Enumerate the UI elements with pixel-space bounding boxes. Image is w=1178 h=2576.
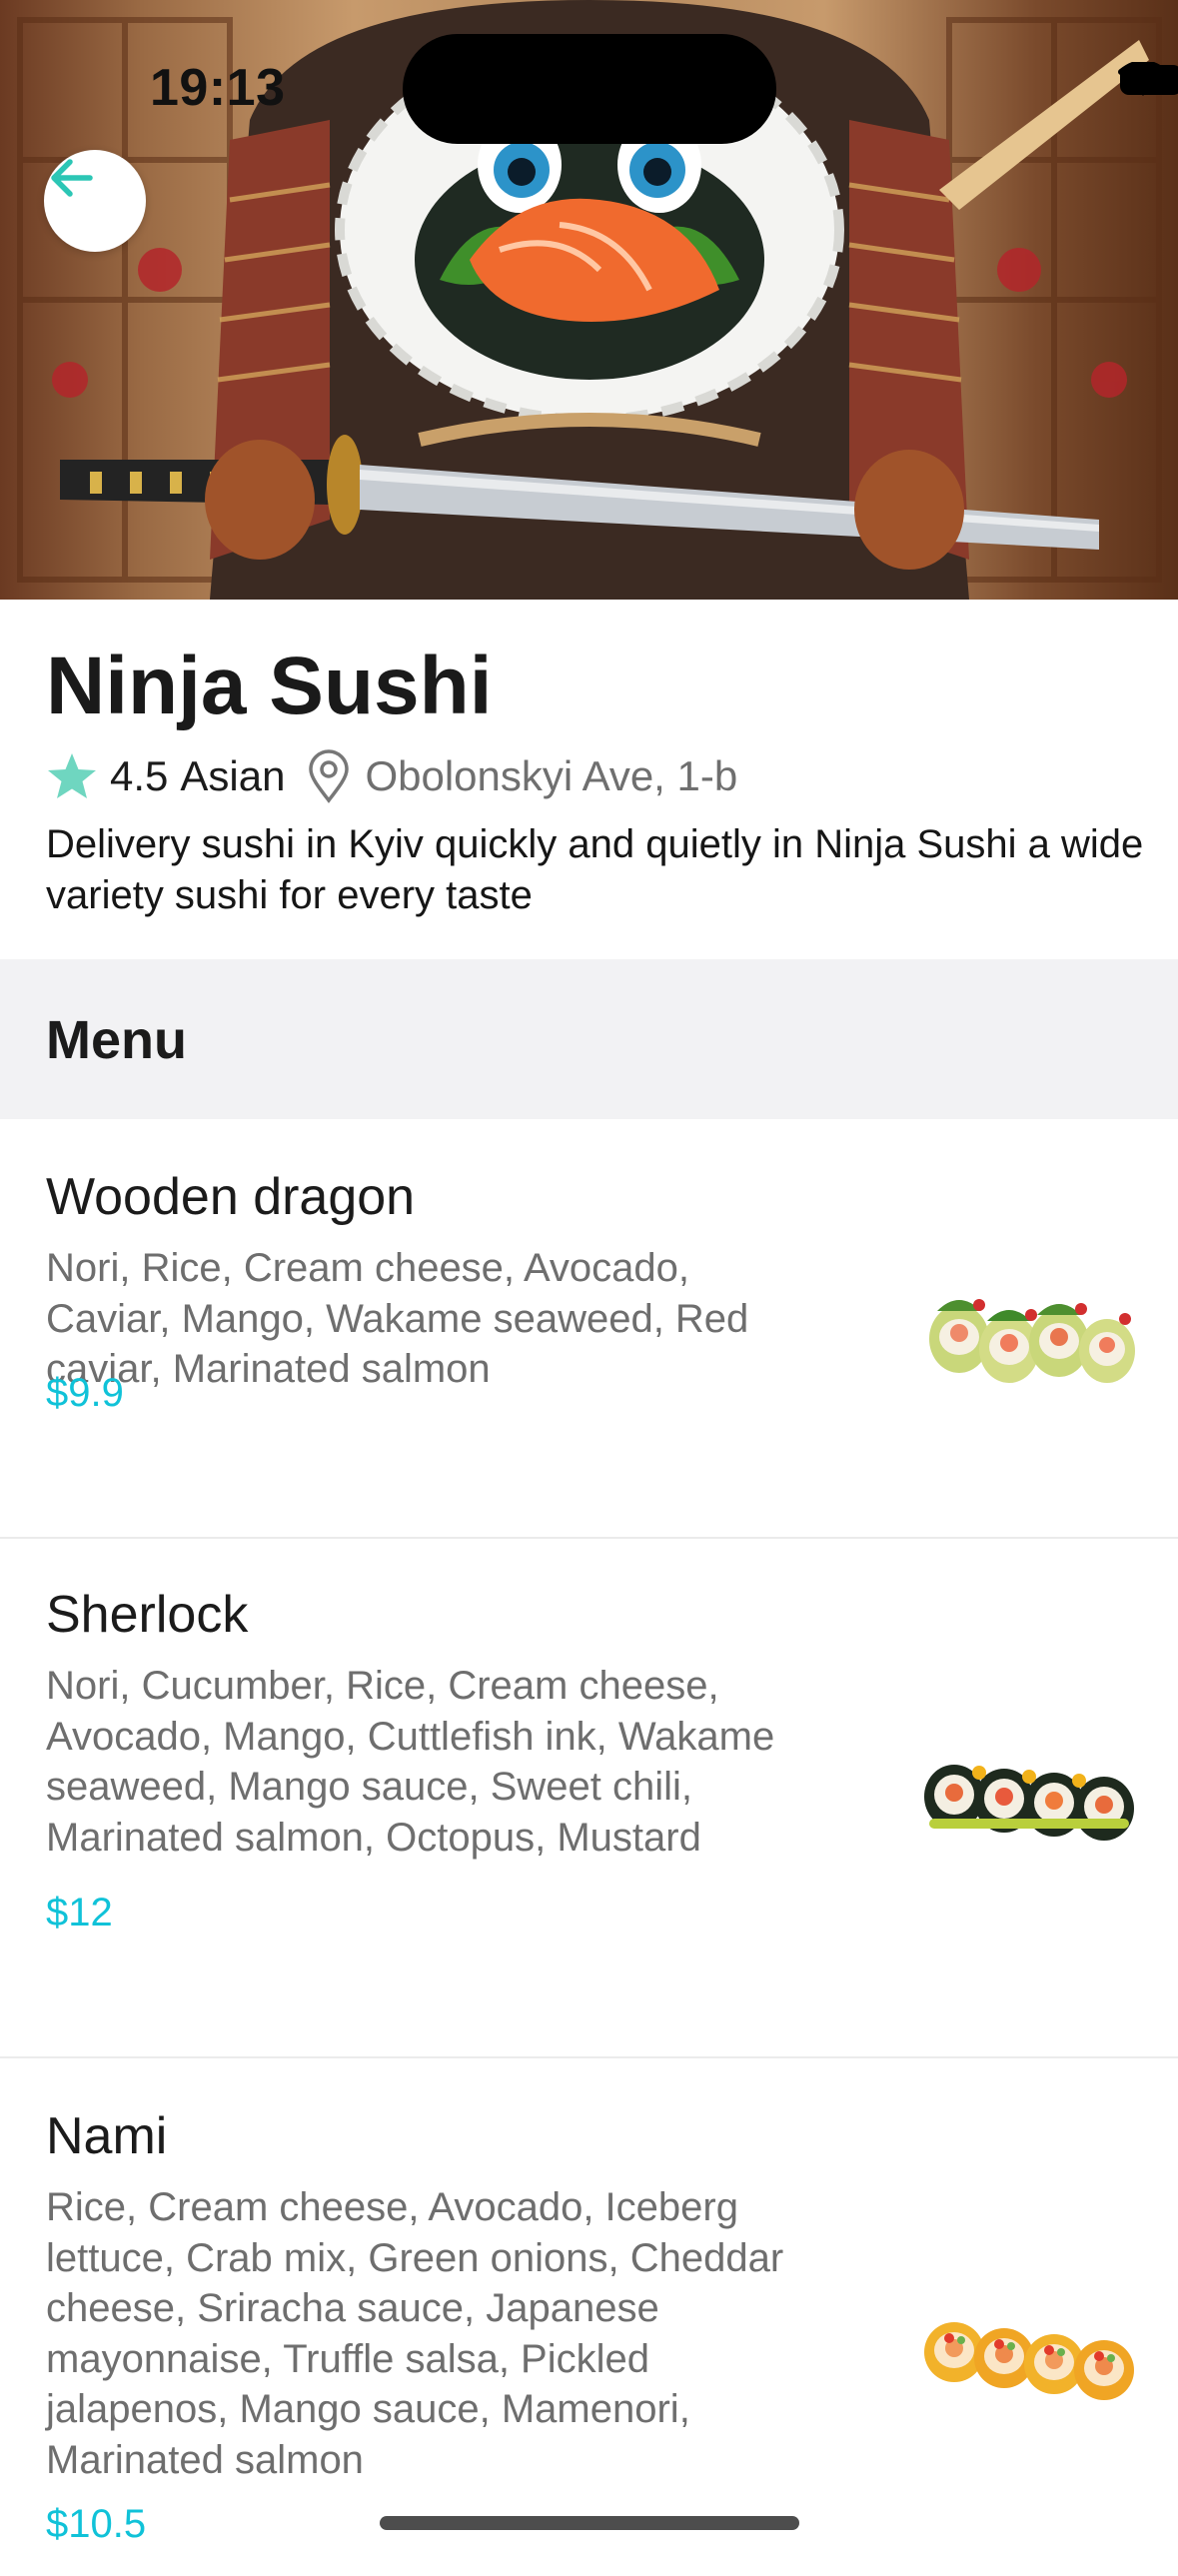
restaurant-name: Ninja Sushi [46,641,493,731]
menu-item-price: $9.9 [46,1371,124,1415]
home-indicator[interactable] [380,2516,799,2530]
map-pin-icon [309,749,350,803]
sushi-roll-image [924,1765,1134,1841]
menu-item-price: $10.5 [46,2502,147,2546]
menu-item-ingredients: Nori, Cucumber, Rice, Cream cheese, Avoc… [46,1664,775,1860]
cuisine-label: Asian [180,752,286,799]
restaurant-description: Delivery sushi in Kyiv quickly and quiet… [46,822,1144,917]
menu-item-name: Sherlock [46,1586,249,1644]
menu-section-header: Menu [0,959,1178,1119]
rating-value: 4.5 [110,752,169,799]
sushi-roll-image [924,2322,1134,2400]
menu-item-nami[interactable]: Nami Rice, Cream cheese, Avocado, Iceber… [0,2056,1178,2576]
restaurant-meta: 4.5 Asian Obolonskyi Ave, 1-b [46,749,737,803]
menu-title: Menu [46,1010,187,1070]
sushi-roll-image [929,1299,1135,1383]
battery-icon [1120,65,1178,95]
hero-image: 19:13 [0,0,1178,600]
menu-item-name: Nami [46,2107,168,2165]
back-button[interactable] [44,150,146,252]
restaurant-info: Ninja Sushi 4.5 Asian Obolonskyi Ave, 1-… [0,600,1178,959]
menu-item-price: $12 [46,1891,113,1934]
arrow-left-icon [51,159,93,197]
menu-item-name: Wooden dragon [46,1168,416,1226]
dynamic-island [403,34,776,144]
menu-item-ingredients: Nori, Rice, Cream cheese, Avocado, Cavia… [46,1246,749,1391]
menu-item-ingredients: Rice, Cream cheese, Avocado, Iceberg let… [46,2185,784,2482]
menu-item-wooden-dragon[interactable]: Wooden dragon Nori, Rice, Cream cheese, … [0,1119,1178,1539]
status-time: 19:13 [150,59,286,117]
star-icon [48,753,96,798]
address-label[interactable]: Obolonskyi Ave, 1-b [365,752,737,800]
menu-item-sherlock[interactable]: Sherlock Nori, Cucumber, Rice, Cream che… [0,1537,1178,2058]
